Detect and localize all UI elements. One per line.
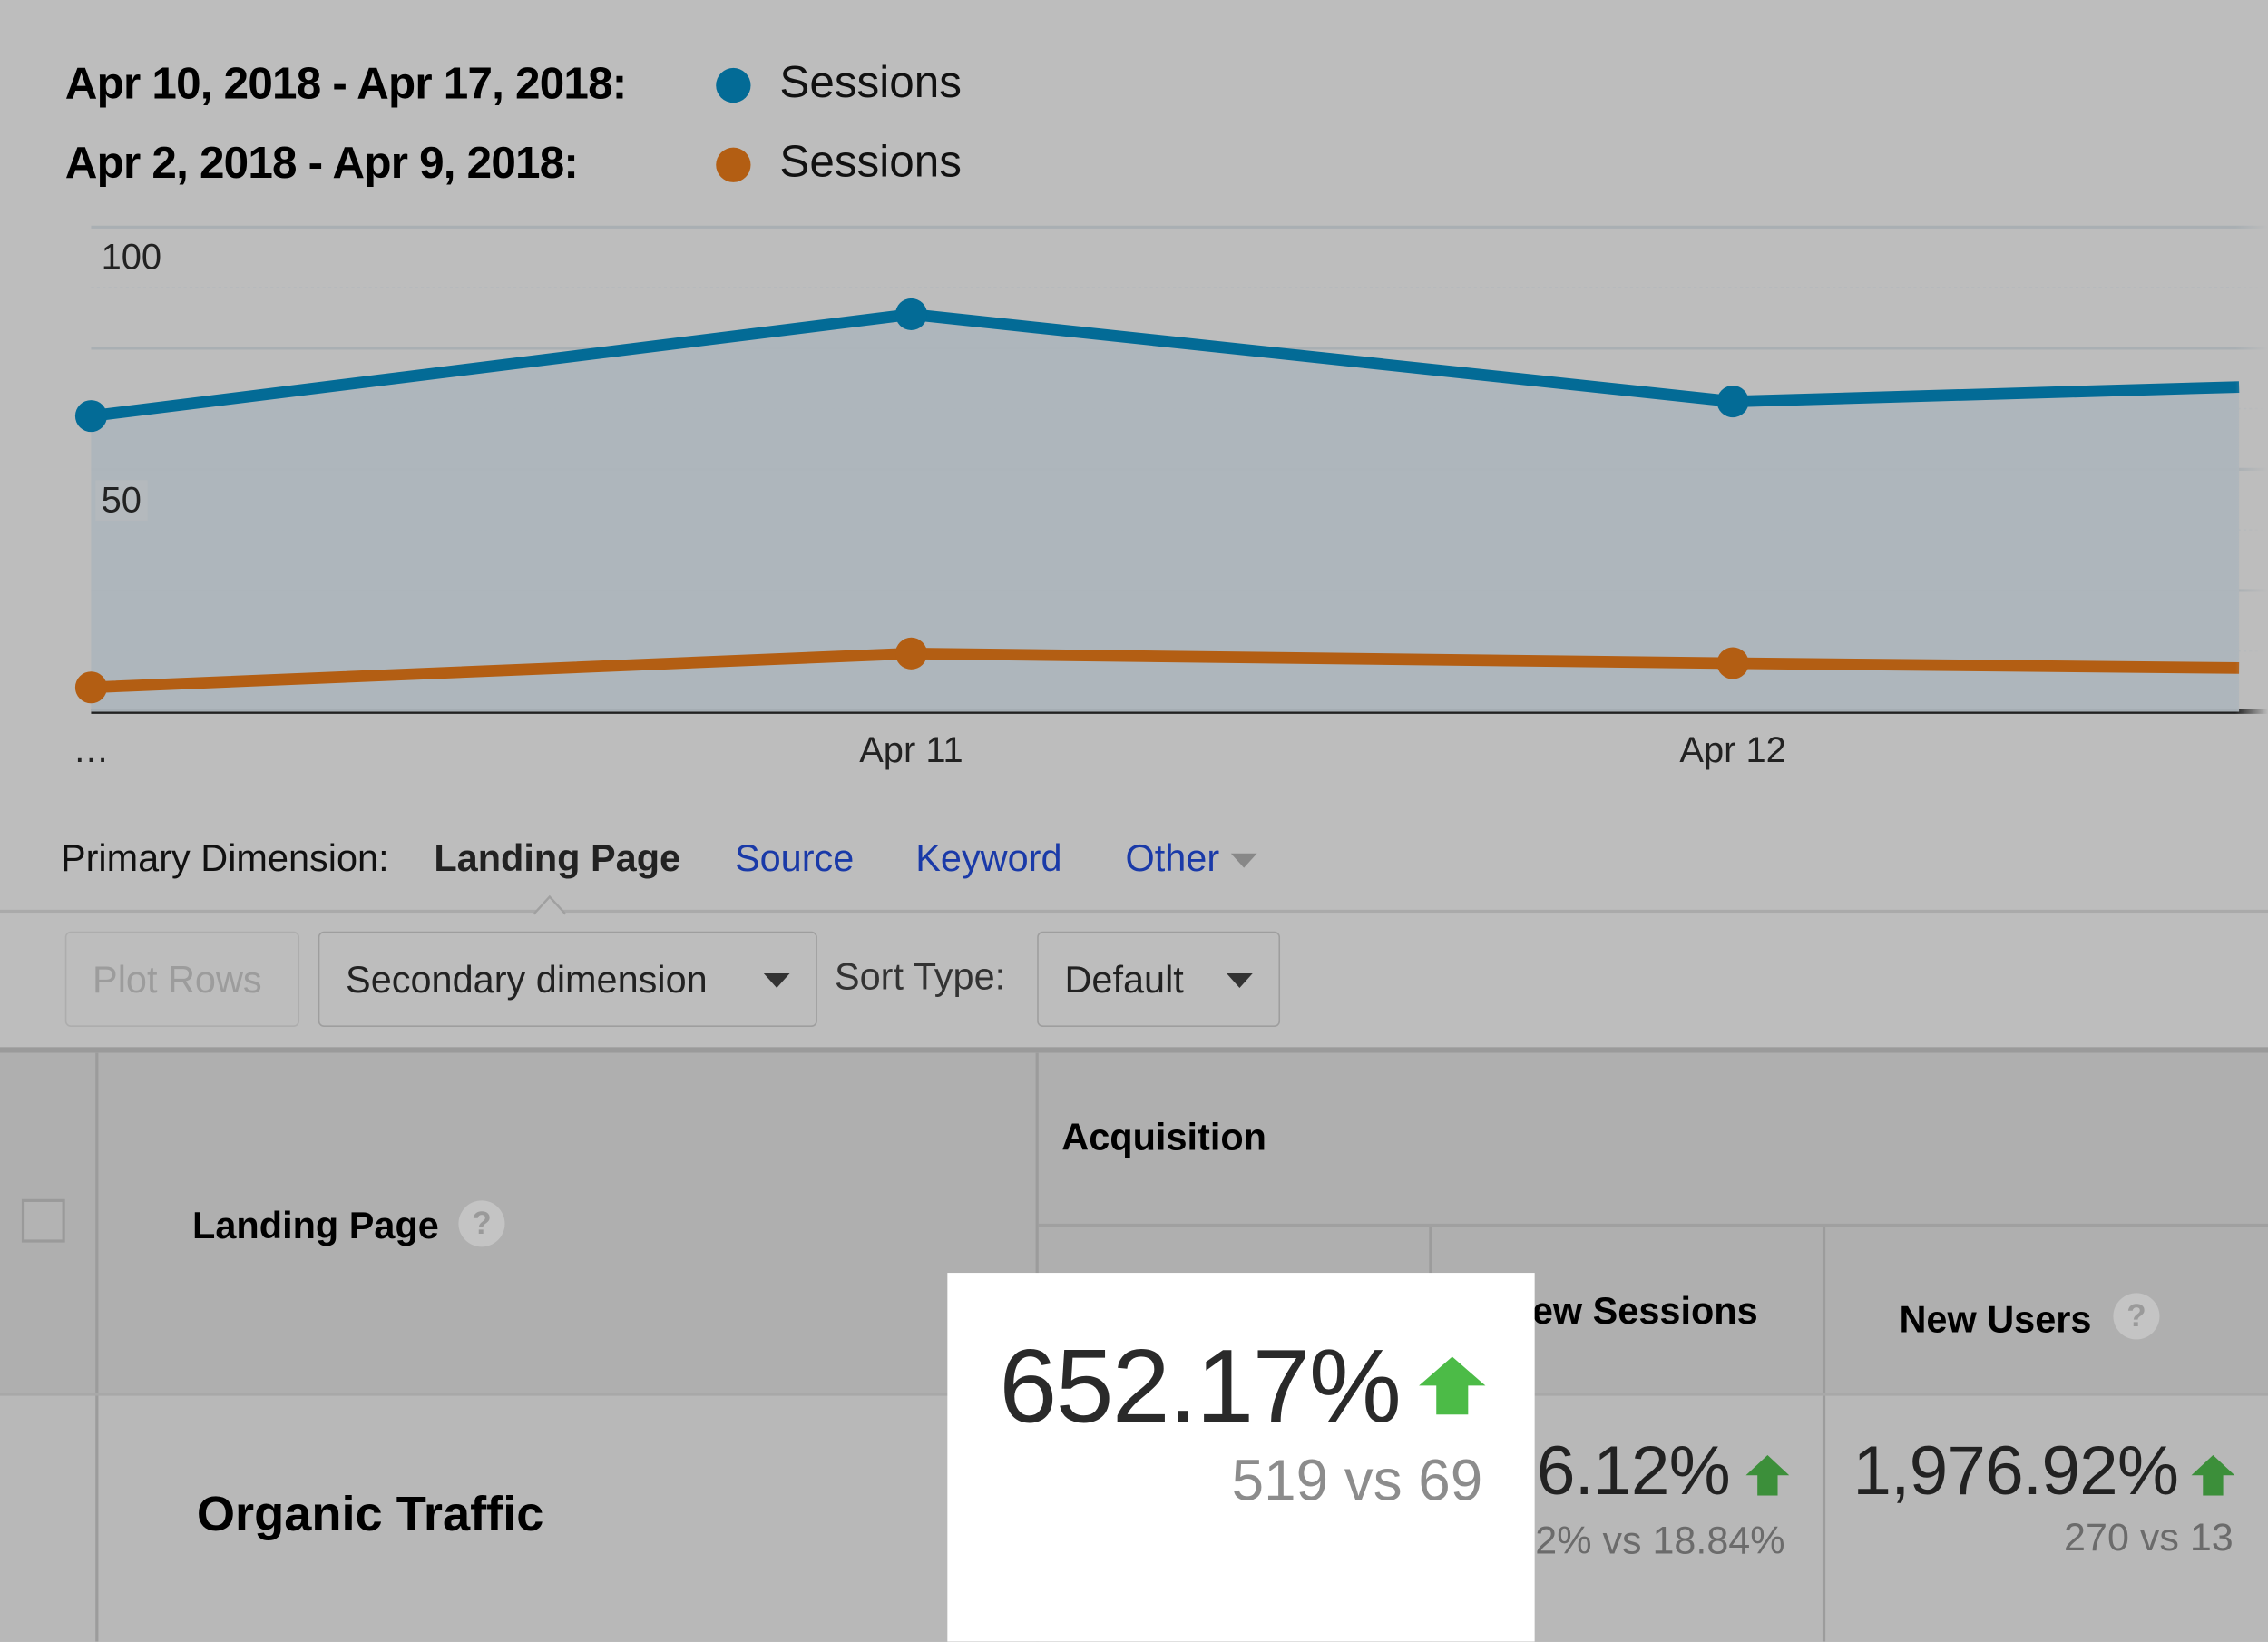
- data-point-current: [74, 400, 107, 433]
- table-divider: [1822, 1227, 1826, 1642]
- help-icon[interactable]: ?: [458, 1200, 505, 1247]
- chevron-down-icon: [1227, 973, 1253, 988]
- legend-current-range: Apr 10, 2018 - Apr 17, 2018:: [64, 57, 628, 109]
- row-label-organic-traffic[interactable]: Organic Traffic: [197, 1487, 544, 1543]
- new-sessions-change: 6.12%: [1536, 1433, 1731, 1510]
- plot-rows-button[interactable]: Plot Rows: [64, 931, 300, 1028]
- arrow-up-icon: [1745, 1454, 1790, 1496]
- active-tab-notch-icon: [533, 894, 566, 915]
- column-header-new-users[interactable]: New Users: [1899, 1297, 2091, 1342]
- arrow-up-icon: [1419, 1356, 1486, 1415]
- dimension-divider: [0, 909, 2268, 914]
- column-header-landing-page[interactable]: Landing Page: [192, 1204, 439, 1248]
- data-point-previous: [74, 671, 107, 704]
- new-users-change: 1,976.92%: [1853, 1433, 2179, 1510]
- data-point-current: [1716, 386, 1749, 418]
- plot-rows-label: Plot Rows: [93, 956, 262, 1001]
- x-tick-label: …: [73, 730, 110, 770]
- select-all-checkbox[interactable]: [21, 1198, 65, 1243]
- data-point-current: [894, 298, 928, 331]
- data-point-previous: [1716, 647, 1749, 679]
- legend-previous: Apr 2, 2018 - Apr 9, 2018:: [64, 134, 579, 192]
- sort-type-dropdown[interactable]: Default: [1037, 931, 1281, 1028]
- legend-previous-dot-icon: [716, 147, 751, 182]
- sort-type-value: Default: [1064, 956, 1184, 1001]
- chevron-down-icon: [763, 973, 790, 988]
- help-icon[interactable]: ?: [2113, 1293, 2160, 1340]
- legend-current: Apr 10, 2018 - Apr 17, 2018:: [64, 55, 628, 113]
- secondary-dimension-label: Secondary dimension: [346, 956, 708, 1001]
- primary-dimension-landing-page[interactable]: Landing Page: [434, 836, 680, 881]
- primary-dimension-source[interactable]: Source: [735, 836, 854, 881]
- sessions-line-chart: 100 50 … Apr 11 Apr 12: [73, 202, 2268, 770]
- sessions-compare: 519 vs 69: [1231, 1449, 1483, 1513]
- new-sessions-compare: 02% vs 18.84%: [1513, 1519, 1785, 1562]
- y-tick-label: 50: [102, 480, 142, 520]
- primary-dimension-keyword[interactable]: Keyword: [915, 836, 1061, 881]
- data-point-previous: [894, 637, 928, 670]
- legend-current-dot-icon: [716, 67, 751, 103]
- column-group-acquisition: Acquisition: [1061, 1115, 1266, 1159]
- primary-dimension-label: Primary Dimension:: [60, 836, 389, 880]
- x-tick-label: Apr 11: [859, 730, 963, 770]
- sort-type-label: Sort Type:: [834, 954, 1006, 999]
- arrow-up-icon: [2191, 1454, 2235, 1496]
- new-users-compare: 270 vs 13: [2064, 1515, 2234, 1559]
- x-tick-label: Apr 12: [1679, 730, 1785, 770]
- legend-previous-metric[interactable]: Sessions: [779, 136, 962, 188]
- chart-fade-overlay: [1996, 202, 2268, 724]
- legend-previous-range: Apr 2, 2018 - Apr 9, 2018:: [64, 137, 579, 189]
- analytics-report: Apr 10, 2018 - Apr 17, 2018: Sessions Ap…: [0, 0, 2268, 1642]
- y-tick-label: 100: [102, 238, 162, 278]
- sessions-change: 652.17%: [999, 1329, 1402, 1445]
- legend-current-metric[interactable]: Sessions: [779, 56, 962, 108]
- primary-dimension-other[interactable]: Other: [1125, 836, 1257, 881]
- column-header-new-sessions[interactable]: lew Sessions: [1521, 1289, 1757, 1334]
- table-divider: [95, 1052, 99, 1642]
- primary-dimension-other-label: Other: [1125, 836, 1220, 880]
- chevron-down-icon: [1230, 853, 1257, 868]
- table-divider: [1038, 1223, 2268, 1227]
- secondary-dimension-dropdown[interactable]: Secondary dimension: [318, 931, 817, 1028]
